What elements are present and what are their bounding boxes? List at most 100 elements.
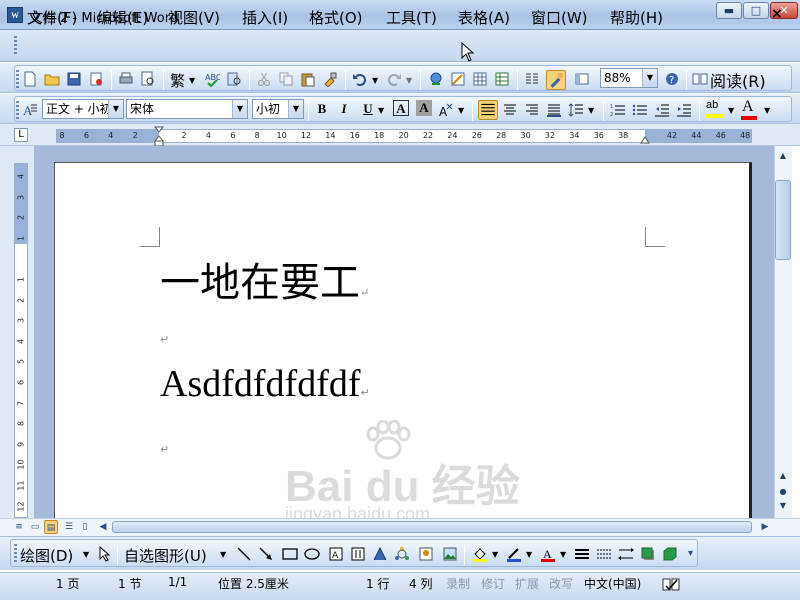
status-track-changes[interactable]: 修订: [481, 575, 505, 592]
chevron-down-icon[interactable]: ▼: [83, 550, 89, 559]
new-icon[interactable]: [22, 71, 38, 87]
oval-icon[interactable]: [304, 546, 320, 562]
drawing-toolbar-grip[interactable]: [14, 544, 17, 564]
menu-help[interactable]: 帮助(H): [610, 7, 663, 28]
paste-icon[interactable]: [300, 71, 316, 87]
dash-style-icon[interactable]: [596, 546, 612, 562]
menu-table[interactable]: 表格(A): [458, 7, 510, 28]
increase-indent-icon[interactable]: [676, 102, 692, 118]
chevron-down-icon[interactable]: ▼: [372, 76, 378, 85]
3d-style-icon[interactable]: [662, 546, 678, 562]
permission-icon[interactable]: [88, 71, 104, 87]
line-icon[interactable]: [236, 546, 252, 562]
status-overtype[interactable]: 改写: [549, 575, 573, 592]
tab-stop-selector[interactable]: L: [14, 128, 28, 142]
menu-insert[interactable]: 插入(I): [242, 7, 288, 28]
body-text[interactable]: Asdfdfdfdfdf: [160, 363, 361, 405]
spelling-icon[interactable]: ABC: [204, 71, 220, 87]
wordart-icon[interactable]: [372, 546, 388, 562]
shadow-style-icon[interactable]: [640, 546, 656, 562]
web-layout-view-icon[interactable]: ▭: [28, 520, 42, 534]
chevron-down-icon[interactable]: ▼: [108, 100, 123, 118]
autoshapes-menu-button[interactable]: 自选图形(U): [124, 545, 207, 566]
open-icon[interactable]: [44, 71, 60, 87]
menu-tools[interactable]: 工具(T): [386, 7, 437, 28]
bullets-icon[interactable]: [632, 102, 648, 118]
formatting-toolbar-grip[interactable]: [16, 101, 19, 119]
research-icon[interactable]: [226, 71, 242, 87]
numbering-icon[interactable]: 12: [610, 102, 626, 118]
font-color-button[interactable]: A: [742, 98, 754, 116]
scroll-right-icon[interactable]: ▶: [758, 520, 772, 534]
draw-menu-button[interactable]: 绘图(D): [20, 545, 73, 566]
tables-borders-icon[interactable]: [450, 71, 466, 87]
chevron-down-icon[interactable]: ▼: [220, 550, 226, 559]
vertical-scroll-thumb[interactable]: [775, 180, 791, 260]
standard-toolbar-grip[interactable]: [16, 70, 19, 88]
underline-button[interactable]: U: [359, 100, 377, 118]
save-icon[interactable]: [66, 71, 82, 87]
undo-icon[interactable]: [352, 71, 368, 87]
menubar-grip[interactable]: [14, 36, 17, 56]
phonetic-guide-icon[interactable]: A: [438, 102, 454, 118]
previous-page-icon[interactable]: ▲: [775, 468, 791, 484]
line-color-icon[interactable]: [506, 546, 522, 562]
traditional-chinese-button[interactable]: 繁: [170, 70, 185, 91]
toolbar-options-icon[interactable]: ▾: [688, 548, 693, 559]
bold-button[interactable]: B: [313, 100, 331, 118]
heading-text[interactable]: 一地在要工: [160, 260, 360, 306]
vertical-text-box-icon[interactable]: [350, 546, 366, 562]
chevron-down-icon[interactable]: ▼: [560, 550, 566, 559]
character-border-button[interactable]: A: [393, 100, 409, 116]
distributed-align-icon[interactable]: [546, 102, 562, 118]
document-map-icon[interactable]: [574, 71, 590, 87]
menu-view[interactable]: 视图(V): [168, 7, 220, 28]
align-justify-icon[interactable]: [478, 100, 498, 120]
scroll-left-icon[interactable]: ◀: [96, 520, 110, 534]
chevron-down-icon[interactable]: ▼: [232, 100, 247, 118]
copy-icon[interactable]: [278, 71, 294, 87]
chevron-down-icon[interactable]: ▼: [764, 106, 770, 115]
cut-icon[interactable]: [256, 71, 272, 87]
read-layout-icon[interactable]: [692, 71, 708, 87]
status-language[interactable]: 中文(中国): [584, 575, 641, 592]
reading-layout-view-icon[interactable]: ▯: [78, 520, 92, 534]
chevron-down-icon[interactable]: ▼: [406, 76, 412, 85]
chevron-down-icon[interactable]: ▼: [642, 69, 657, 87]
normal-view-icon[interactable]: ≡: [12, 520, 26, 534]
document-body-line[interactable]: Asdfdfdfdfdf↵: [160, 362, 370, 406]
hyperlink-icon[interactable]: [428, 71, 444, 87]
align-right-icon[interactable]: [524, 102, 540, 118]
print-icon[interactable]: [118, 71, 134, 87]
italic-button[interactable]: I: [335, 100, 353, 118]
zoom-select[interactable]: 88% ▼: [600, 68, 658, 88]
chevron-down-icon[interactable]: ▼: [458, 106, 464, 115]
read-button[interactable]: 阅读(R): [710, 68, 766, 92]
chevron-down-icon[interactable]: ▼: [492, 550, 498, 559]
insert-picture-icon[interactable]: [442, 546, 458, 562]
chevron-down-icon[interactable]: ▼: [526, 550, 532, 559]
outline-view-icon[interactable]: ☰: [62, 520, 76, 534]
arrow-icon[interactable]: [258, 546, 274, 562]
help-icon[interactable]: ?: [664, 71, 680, 87]
maximize-button[interactable]: □: [743, 2, 769, 19]
menu-window[interactable]: 窗口(W): [531, 7, 588, 28]
arrow-style-icon[interactable]: [618, 546, 634, 562]
diagram-icon[interactable]: [394, 546, 410, 562]
format-painter-icon[interactable]: [322, 71, 338, 87]
chevron-down-icon[interactable]: ▼: [378, 106, 384, 115]
indent-marker-icon[interactable]: [154, 126, 164, 148]
document-heading-line[interactable]: 一地在要工↵: [160, 250, 369, 308]
fill-color-icon[interactable]: [472, 546, 488, 562]
chevron-down-icon[interactable]: ▼: [189, 76, 195, 85]
horizontal-scroll-thumb[interactable]: [112, 521, 752, 533]
clip-art-icon[interactable]: [418, 546, 434, 562]
chevron-down-icon[interactable]: ▼: [288, 100, 303, 118]
insert-excel-icon[interactable]: [494, 71, 510, 87]
status-record[interactable]: 录制: [446, 575, 470, 592]
align-center-icon[interactable]: [502, 102, 518, 118]
status-extend[interactable]: 扩展: [515, 575, 539, 592]
font-select[interactable]: 宋体 ▼: [126, 99, 248, 119]
next-page-icon[interactable]: ▼: [775, 498, 791, 514]
insert-table-icon[interactable]: [472, 71, 488, 87]
